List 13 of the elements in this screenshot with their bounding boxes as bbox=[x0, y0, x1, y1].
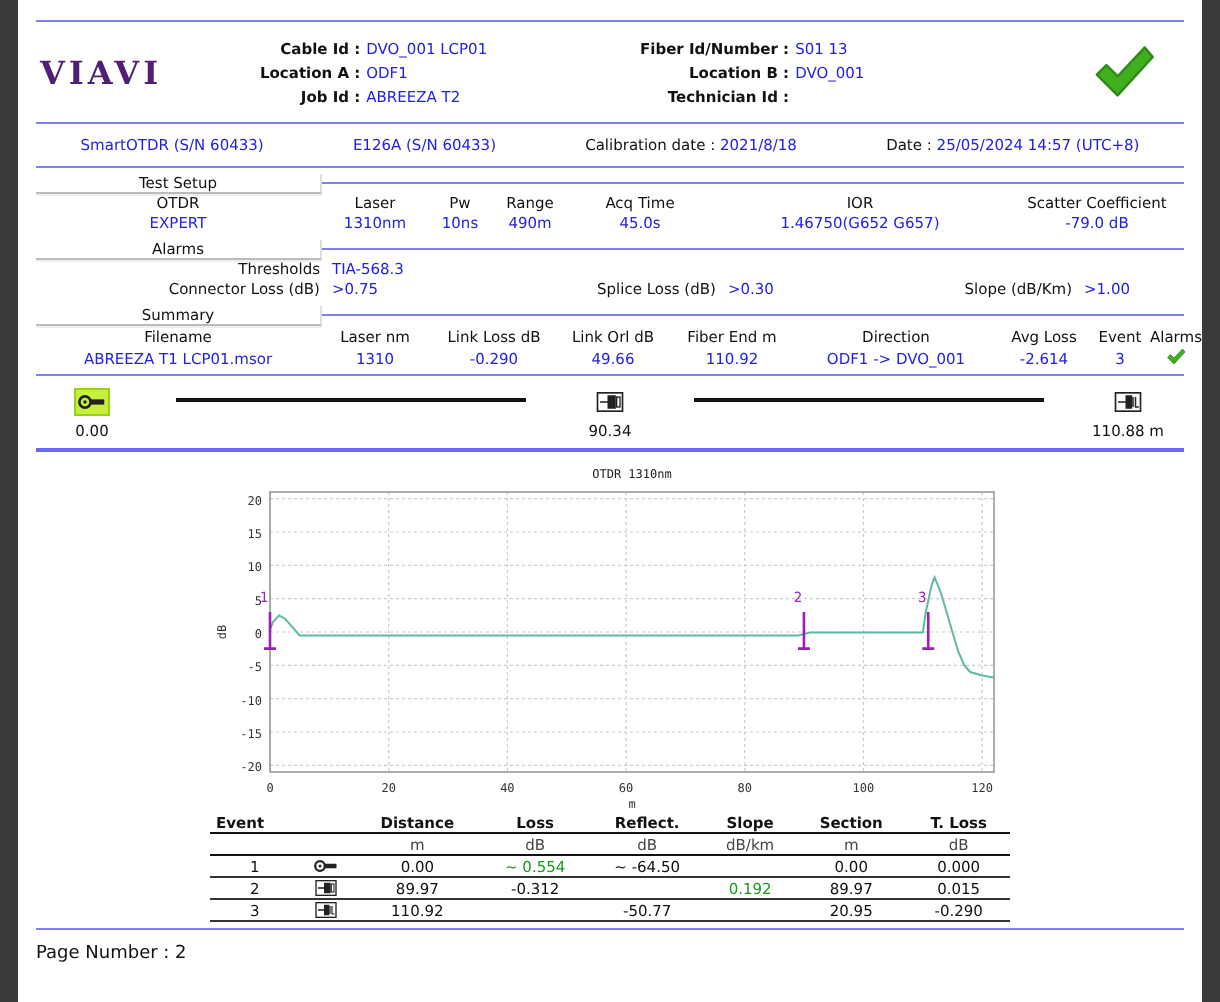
check-icon bbox=[1166, 348, 1186, 366]
fiber-end-icon bbox=[314, 902, 339, 918]
launch-connector-icon bbox=[314, 858, 339, 874]
fiber-end-icon bbox=[1114, 392, 1142, 412]
company-logo: VIAVI bbox=[40, 53, 165, 91]
check-icon bbox=[1092, 43, 1156, 101]
page-number: Page Number : 2 bbox=[36, 944, 187, 964]
launch-connector-icon bbox=[78, 392, 106, 412]
event-marker bbox=[796, 610, 812, 650]
event-marker bbox=[262, 610, 278, 650]
connector-icon bbox=[314, 880, 339, 896]
connector-icon bbox=[596, 392, 624, 412]
event-marker bbox=[920, 610, 936, 650]
